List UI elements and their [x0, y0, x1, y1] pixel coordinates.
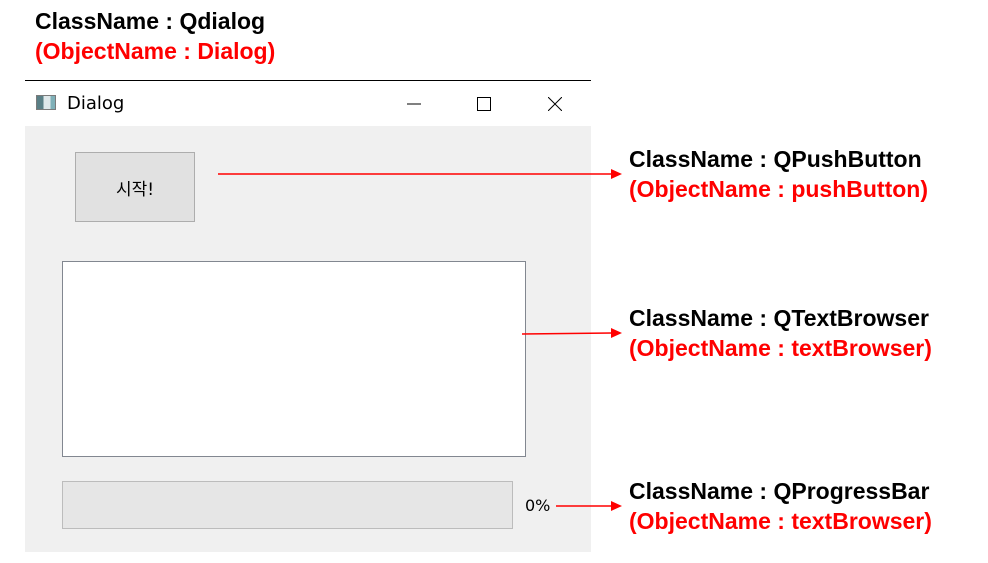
- annotation-arrows: [218, 169, 622, 511]
- progressbar-arrow: [556, 501, 622, 511]
- textbrowser-arrow: [521, 328, 622, 338]
- pushbutton-arrow: [218, 169, 622, 179]
